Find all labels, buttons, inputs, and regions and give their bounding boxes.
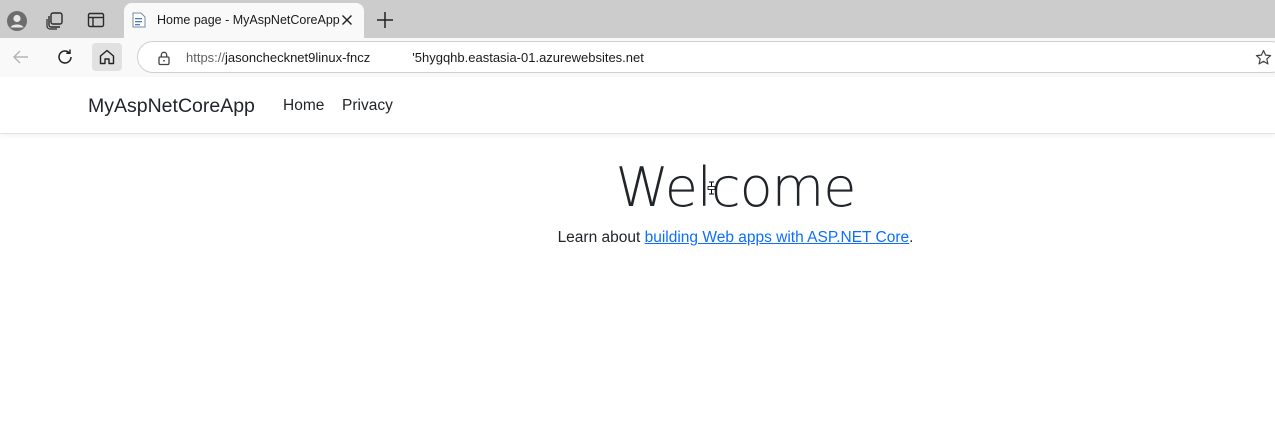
browser-toolbar: https://jasonchecknet9linux-fncz '5hygqhb… xyxy=(0,38,1275,77)
back-button[interactable] xyxy=(6,43,36,71)
star-icon[interactable] xyxy=(1255,49,1272,66)
home-button[interactable] xyxy=(92,43,122,71)
url-scheme: https:// xyxy=(186,50,226,65)
text-cursor-icon xyxy=(707,181,716,195)
page-favicon-icon xyxy=(132,12,146,28)
refresh-icon xyxy=(58,49,72,64)
back-arrow-icon xyxy=(12,50,28,64)
workspaces-icon xyxy=(46,12,63,30)
address-bar[interactable]: https://jasonchecknet9linux-fncz '5hygqhb… xyxy=(137,41,1275,73)
site-navbar: MyAspNetCoreApp Home Privacy xyxy=(0,77,1275,134)
active-tab[interactable]: Home page - MyAspNetCoreApp xyxy=(124,3,364,38)
lock-icon[interactable] xyxy=(156,50,172,66)
lead-paragraph: Learn about building Web apps with ASP.N… xyxy=(0,229,1275,247)
profile-button[interactable] xyxy=(1,5,31,35)
close-icon[interactable] xyxy=(340,13,354,27)
url-host-part1: jasonchecknet9linux-fncz xyxy=(225,50,371,65)
home-icon xyxy=(99,49,115,65)
lead-suffix: . xyxy=(909,229,914,246)
plus-icon[interactable] xyxy=(374,9,396,31)
url-host-part2: '5hygqhb.eastasia-01.azurewebsites.net xyxy=(412,50,644,65)
aspnet-docs-link[interactable]: building Web apps with ASP.NET Core xyxy=(645,229,910,246)
web-page: MyAspNetCoreApp Home Privacy Welcome Lea… xyxy=(0,77,1275,431)
url-text[interactable]: https://jasonchecknet9linux-fncz '5hygqhb… xyxy=(186,50,644,65)
page-heading: Welcome xyxy=(615,156,856,219)
nav-link-home[interactable]: Home xyxy=(283,97,324,115)
tab-title: Home page - MyAspNetCoreApp xyxy=(157,13,340,27)
tab-actions-icon xyxy=(87,12,105,28)
workspaces-button[interactable] xyxy=(40,5,70,35)
site-brand-link[interactable]: MyAspNetCoreApp xyxy=(88,95,255,118)
tab-actions-button[interactable] xyxy=(81,5,111,35)
lead-prefix: Learn about xyxy=(557,229,645,246)
profile-icon xyxy=(7,11,27,31)
tab-strip: Home page - MyAspNetCoreApp xyxy=(0,0,1275,38)
refresh-button[interactable] xyxy=(50,43,80,71)
nav-link-privacy[interactable]: Privacy xyxy=(342,97,393,115)
